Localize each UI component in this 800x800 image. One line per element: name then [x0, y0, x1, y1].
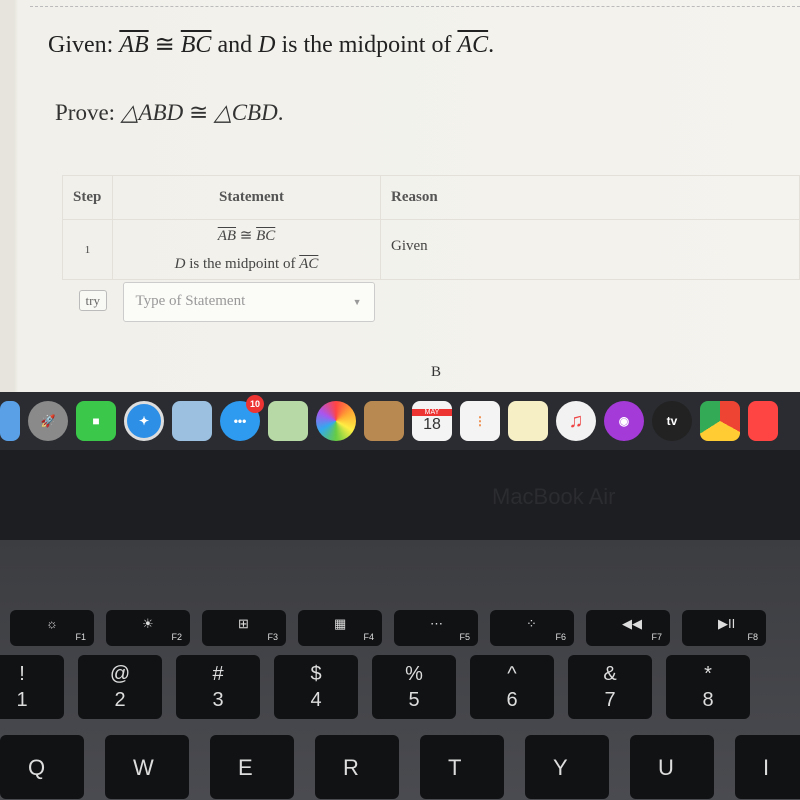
statement-type-select[interactable]: Type of Statement ▼: [122, 281, 375, 322]
key-glyph-icon: ☀: [142, 616, 154, 631]
key-1[interactable]: ! 1: [0, 655, 64, 719]
key-7[interactable]: & 7: [568, 655, 652, 719]
table-row: try Type of Statement ▼: [63, 280, 800, 324]
key-label: 5: [408, 689, 420, 711]
key-f1[interactable]: ☼ F1: [10, 610, 94, 646]
notes-icon[interactable]: [508, 401, 548, 441]
finder-icon[interactable]: [0, 401, 20, 441]
key-glyph-icon: ▶II: [718, 616, 736, 631]
key-glyph-icon: ⋯: [430, 616, 443, 631]
key-label: 1: [16, 689, 28, 711]
key-shift-label: %: [405, 663, 423, 685]
laptop-bezel: MacBook Air: [0, 450, 800, 540]
key-glyph-icon: ▦: [334, 616, 347, 631]
bezel-label: MacBook Air: [492, 484, 616, 509]
keyboard: ☼ F1 ☀ F2 ⊞ F3 ▦ F4 ⋯ F5 ⁘ F6 ◀◀ F7 ▶II F8! 1 @2 #3 $4% 5 ^ 6 &…: [0, 540, 800, 800]
statement-cell: AB ≅ BC D is the midpoint of AC: [112, 219, 381, 280]
contacts-icon[interactable]: [364, 401, 404, 441]
key-label: 4: [310, 689, 322, 711]
diagram-label-b: B: [431, 364, 442, 380]
key-label: F2: [171, 632, 182, 642]
key-shift-label: #: [212, 663, 224, 685]
screen: Given: AB ≅ BC and D is the midpoint of …: [0, 0, 800, 392]
key-2[interactable]: @2: [78, 655, 162, 719]
key-glyph-icon: ⊞: [238, 616, 249, 631]
key-t[interactable]: T: [420, 735, 504, 799]
given-statement: Given: AB ≅ BC and D is the midpoint of …: [48, 32, 495, 58]
key-f2[interactable]: ☀ F2: [106, 610, 190, 646]
dock: 🚀 ■ ✦ ••• 10 MAY 18 ⋮ ♫ ◉ tv: [0, 392, 800, 450]
key-label: 8: [702, 689, 714, 711]
key-label: 3: [212, 689, 224, 711]
podcasts-icon[interactable]: ◉: [604, 401, 644, 441]
key-r[interactable]: R: [315, 735, 399, 799]
key-label: F8: [747, 632, 758, 642]
maps-icon[interactable]: [268, 401, 308, 441]
key-shift-label: *: [704, 663, 712, 685]
key-f4[interactable]: ▦ F4: [298, 610, 382, 646]
preview-icon[interactable]: [172, 401, 212, 441]
key-glyph-icon: ⁘: [526, 616, 537, 631]
key-shift-label: !: [19, 663, 25, 685]
header-step: Step: [62, 175, 113, 220]
key-f3[interactable]: ⊞ F3: [202, 610, 286, 646]
key-8[interactable]: * 8: [666, 655, 750, 719]
chevron-down-icon: ▼: [352, 296, 362, 307]
header-statement: Statement: [112, 175, 381, 220]
key-shift-label: ^: [507, 663, 517, 685]
safari-icon[interactable]: ✦: [124, 401, 164, 441]
calendar-icon[interactable]: MAY 18: [412, 401, 452, 441]
step-number: 1: [62, 219, 113, 280]
key-f5[interactable]: ⋯ F5: [394, 610, 478, 646]
key-f8[interactable]: ▶II F8: [682, 610, 766, 646]
key-glyph-icon: ☼: [46, 616, 58, 631]
key-shift-label: @: [109, 663, 131, 685]
key-u[interactable]: U: [630, 735, 714, 799]
apple-tv-icon[interactable]: tv: [652, 401, 692, 441]
key-3[interactable]: #3: [176, 655, 260, 719]
divider: [30, 6, 800, 7]
chrome-icon[interactable]: [700, 401, 740, 441]
key-glyph-icon: ◀◀: [622, 616, 642, 631]
music-icon[interactable]: ♫: [556, 401, 596, 441]
key-q[interactable]: Q: [0, 735, 84, 799]
prove-statement: Prove: △ABD ≅ △CBD.: [55, 100, 284, 125]
key-f7[interactable]: ◀◀ F7: [586, 610, 670, 646]
key-label: 6: [506, 689, 518, 711]
header-reason: Reason: [380, 175, 800, 220]
reason-cell: Given: [380, 219, 800, 280]
facetime-icon[interactable]: ■: [76, 401, 116, 441]
messages-badge: 10: [246, 395, 264, 413]
key-label: 2: [114, 689, 126, 711]
key-label: F3: [267, 632, 278, 642]
key-shift-label: $: [310, 663, 322, 685]
key-shift-label: &: [603, 663, 617, 685]
key-4[interactable]: $4: [274, 655, 358, 719]
key-y[interactable]: Y: [525, 735, 609, 799]
key-i[interactable]: I: [735, 735, 800, 799]
key-5[interactable]: % 5: [372, 655, 456, 719]
messages-icon[interactable]: ••• 10: [220, 395, 264, 441]
reminders-icon[interactable]: ⋮: [460, 401, 500, 441]
proof-table: Step Statement Reason 1 AB ≅ BC D is the mi…: [62, 175, 800, 324]
news-icon[interactable]: [748, 401, 778, 441]
key-label: F6: [555, 632, 566, 642]
try-button[interactable]: try: [78, 290, 107, 312]
key-w[interactable]: W: [105, 735, 189, 799]
launchpad-icon[interactable]: 🚀: [28, 401, 68, 441]
key-label: F5: [459, 632, 470, 642]
photos-icon[interactable]: [316, 401, 356, 441]
key-label: 7: [604, 689, 616, 711]
key-label: F4: [363, 632, 374, 642]
key-label: F1: [75, 632, 86, 642]
table-row: 1 AB ≅ BC D is the midpoint of AC Given: [62, 219, 800, 280]
key-label: F7: [651, 632, 662, 642]
key-f6[interactable]: ⁘ F6: [490, 610, 574, 646]
key-e[interactable]: E: [210, 735, 294, 799]
key-6[interactable]: ^ 6: [470, 655, 554, 719]
